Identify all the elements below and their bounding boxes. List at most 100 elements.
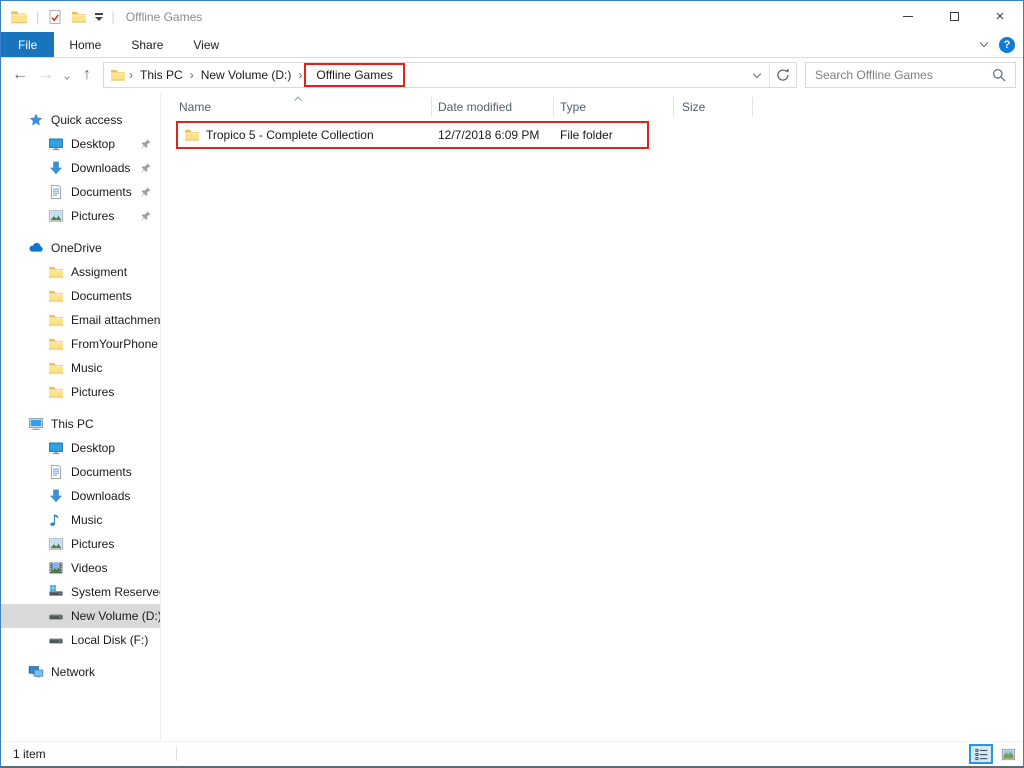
- sidebar-item-desktop[interactable]: Desktop: [1, 132, 160, 156]
- table-row[interactable]: Tropico 5 - Complete Collection 12/7/201…: [169, 121, 1023, 149]
- sidebar-item-pc-music[interactable]: Music: [1, 508, 160, 532]
- sidebar-item-quick-access[interactable]: Quick access: [1, 108, 160, 132]
- sidebar-item-local-disk-f[interactable]: Local Disk (F:): [1, 628, 160, 652]
- music-icon: [48, 512, 64, 528]
- sidebar-item-label: Documents: [71, 185, 132, 199]
- column-header-type[interactable]: Type: [554, 97, 674, 117]
- videos-icon: [48, 560, 64, 576]
- search-input[interactable]: [806, 68, 991, 82]
- folder-icon: [48, 384, 64, 400]
- pictures-icon: [48, 208, 64, 224]
- ribbon-tabs: File Home Share View ?: [1, 32, 1023, 58]
- column-headers: Name Date modified Type Size: [169, 92, 1023, 121]
- back-button[interactable]: ←: [7, 66, 33, 84]
- minimize-icon: [903, 16, 913, 17]
- sidebar-item-pc-documents[interactable]: Documents: [1, 460, 160, 484]
- sidebar-item-pc-desktop[interactable]: Desktop: [1, 436, 160, 460]
- sidebar-item-system-reserved[interactable]: System Reserved (C: [1, 580, 160, 604]
- sort-ascending-chevron-icon: [291, 93, 305, 103]
- pictures-icon: [48, 536, 64, 552]
- breadcrumb-offline-games-annotated[interactable]: Offline Games: [304, 63, 404, 87]
- recent-locations-chevron-icon[interactable]: [59, 66, 74, 84]
- quick-access-toolbar-properties-icon[interactable]: [47, 9, 63, 25]
- address-dropdown-chevron-icon[interactable]: [745, 63, 769, 87]
- sidebar-item-pc-videos[interactable]: Videos: [1, 556, 160, 580]
- computer-icon: [28, 416, 44, 432]
- sidebar-item-label: Pictures: [71, 537, 114, 551]
- close-button[interactable]: ×: [977, 1, 1023, 32]
- sidebar-item-new-volume-d[interactable]: New Volume (D:): [1, 604, 160, 628]
- sidebar-item-label: Email attachments: [71, 313, 160, 327]
- pin-icon: [140, 162, 152, 174]
- large-icons-view-button[interactable]: [996, 744, 1020, 764]
- item-count: 1 item: [13, 747, 46, 761]
- column-header-size[interactable]: Size: [674, 97, 753, 117]
- sidebar-item-downloads[interactable]: Downloads: [1, 156, 160, 180]
- breadcrumb-new-volume-d[interactable]: New Volume (D:): [194, 63, 299, 87]
- sidebar-item-label: Pictures: [71, 209, 114, 223]
- sidebar-item-pc-downloads[interactable]: Downloads: [1, 484, 160, 508]
- maximize-button[interactable]: [931, 1, 977, 32]
- sidebar-item-label: Music: [71, 361, 102, 375]
- sidebar-item-label: Network: [51, 665, 95, 679]
- tab-view[interactable]: View: [178, 32, 234, 57]
- large-icons-view-icon: [1001, 747, 1016, 762]
- sidebar-item-fromyourphone[interactable]: FromYourPhone: [1, 332, 160, 356]
- refresh-icon[interactable]: [769, 63, 796, 87]
- window-title: Offline Games: [126, 10, 202, 24]
- sidebar-item-this-pc[interactable]: This PC: [1, 412, 160, 436]
- search-box[interactable]: [805, 62, 1016, 88]
- up-button[interactable]: ↑: [74, 66, 100, 84]
- folder-icon: [48, 360, 64, 376]
- tab-share[interactable]: Share: [116, 32, 178, 57]
- forward-button[interactable]: →: [33, 66, 59, 84]
- address-bar[interactable]: › This PC › New Volume (D:) › Offline Ga…: [103, 62, 797, 88]
- details-view-button[interactable]: [969, 744, 993, 764]
- window-folder-icon: [10, 8, 28, 26]
- drive-icon: [48, 632, 64, 648]
- tab-home[interactable]: Home: [54, 32, 116, 57]
- sidebar-item-onedrive-pictures[interactable]: Pictures: [1, 380, 160, 404]
- close-icon: ×: [996, 9, 1005, 24]
- onedrive-cloud-icon: [28, 240, 44, 256]
- sidebar-item-onedrive-documents[interactable]: Documents: [1, 284, 160, 308]
- minimize-button[interactable]: [885, 1, 931, 32]
- network-icon: [28, 664, 44, 680]
- sidebar-item-onedrive[interactable]: OneDrive: [1, 236, 160, 260]
- expand-ribbon-chevron-icon[interactable]: [980, 39, 988, 47]
- sidebar-item-network[interactable]: Network: [1, 660, 160, 684]
- tab-file[interactable]: File: [1, 32, 54, 57]
- sidebar-item-label: Pictures: [71, 385, 114, 399]
- navigation-pane: Quick access Desktop Downloads Documents: [1, 92, 161, 741]
- search-icon[interactable]: [991, 67, 1007, 83]
- sidebar-item-label: Downloads: [71, 489, 130, 503]
- sidebar-item-label: FromYourPhone: [71, 337, 158, 351]
- sidebar-item-pictures[interactable]: Pictures: [1, 204, 160, 228]
- address-folder-icon: [110, 67, 126, 83]
- sidebar-section-onedrive: OneDrive Assigment Documents Email attac…: [1, 236, 160, 404]
- column-header-date-modified[interactable]: Date modified: [432, 97, 554, 117]
- downloads-icon: [48, 160, 64, 176]
- sidebar-section-this-pc: This PC Desktop Documents Downloads Musi…: [1, 412, 160, 652]
- sidebar-item-label: New Volume (D:): [71, 609, 160, 623]
- sidebar-item-documents[interactable]: Documents: [1, 180, 160, 204]
- sidebar-item-email-attachments[interactable]: Email attachments: [1, 308, 160, 332]
- customize-quick-access-toolbar-icon[interactable]: [95, 13, 103, 21]
- sidebar-item-onedrive-music[interactable]: Music: [1, 356, 160, 380]
- help-icon[interactable]: ?: [999, 37, 1015, 53]
- file-date-modified: 12/7/2018 6:09 PM: [432, 128, 554, 142]
- sidebar-item-assigment[interactable]: Assigment: [1, 260, 160, 284]
- quick-access-toolbar-new-folder-icon[interactable]: [71, 9, 87, 25]
- sidebar-item-label: Local Disk (F:): [71, 633, 148, 647]
- folder-icon: [48, 312, 64, 328]
- sidebar-item-label: Desktop: [71, 137, 115, 151]
- sidebar-item-label: This PC: [51, 417, 94, 431]
- breadcrumb-this-pc[interactable]: This PC: [133, 63, 190, 87]
- titlebar-separator: |: [111, 9, 114, 24]
- sidebar-item-pc-pictures[interactable]: Pictures: [1, 532, 160, 556]
- system-drive-icon: [48, 584, 64, 600]
- downloads-icon: [48, 488, 64, 504]
- sidebar-item-label: Assigment: [71, 265, 127, 279]
- sidebar-item-label: Desktop: [71, 441, 115, 455]
- documents-icon: [48, 464, 64, 480]
